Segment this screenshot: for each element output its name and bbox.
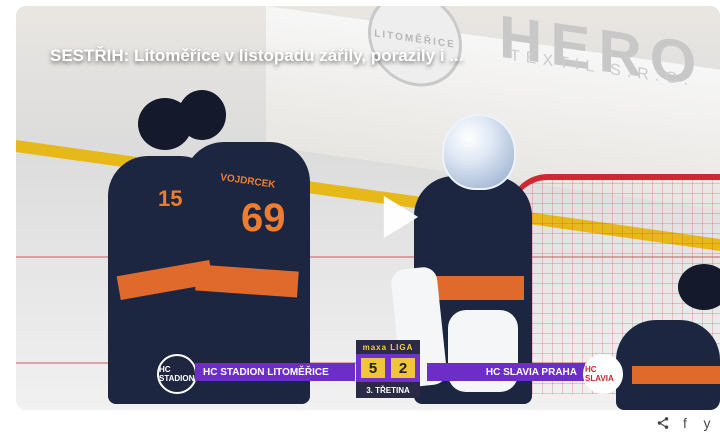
league-brand: maxa LIGA xyxy=(356,340,420,354)
scoreboard-overlay: HC STADION HC STADION LITOMĚŘICE maxa LI… xyxy=(157,340,623,398)
away-team-logo: HC SLAVIA xyxy=(583,354,623,394)
share-icon[interactable] xyxy=(656,416,670,430)
share-toolbar: f y xyxy=(656,415,714,431)
goalie-mask xyxy=(442,114,516,190)
player-right xyxy=(616,320,720,410)
jersey-stripe xyxy=(632,366,720,384)
video-player[interactable]: LITOMĚŘICE HERO TEXTIL S.R.O. 15 69 VOJD… xyxy=(16,6,720,410)
share-icon-graphic xyxy=(657,417,669,429)
home-team-name-box: HC STADION LITOMĚŘICE xyxy=(195,363,355,381)
player-number-front: 15 xyxy=(158,186,183,211)
score-center: maxa LIGA 5 2 3. TŘETINA xyxy=(356,340,420,398)
home-score: 5 xyxy=(361,358,385,378)
jersey-stripe xyxy=(426,276,524,300)
player-helmet xyxy=(178,90,226,140)
period-label: 3. TŘETINA xyxy=(356,382,420,398)
twitter-icon[interactable]: y xyxy=(700,415,714,431)
play-icon xyxy=(383,195,419,239)
facebook-icon[interactable]: f xyxy=(678,415,692,431)
home-team-name: HC STADION LITOMĚŘICE xyxy=(203,366,329,378)
player-number-back: 69 xyxy=(241,196,286,240)
away-team-name-box: HC SLAVIA PRAHA xyxy=(427,363,585,381)
home-logo-text: HC STADION xyxy=(159,365,195,383)
video-title: SESTŘIH: Litoměřice v listopadu zářily, … xyxy=(50,46,464,65)
home-team-logo: HC STADION xyxy=(157,354,197,394)
score-strip: 5 2 xyxy=(356,354,420,382)
play-button[interactable] xyxy=(364,184,430,250)
away-logo-text: HC SLAVIA xyxy=(585,365,614,383)
away-score: 2 xyxy=(391,358,415,378)
away-team-name: HC SLAVIA PRAHA xyxy=(485,366,577,378)
